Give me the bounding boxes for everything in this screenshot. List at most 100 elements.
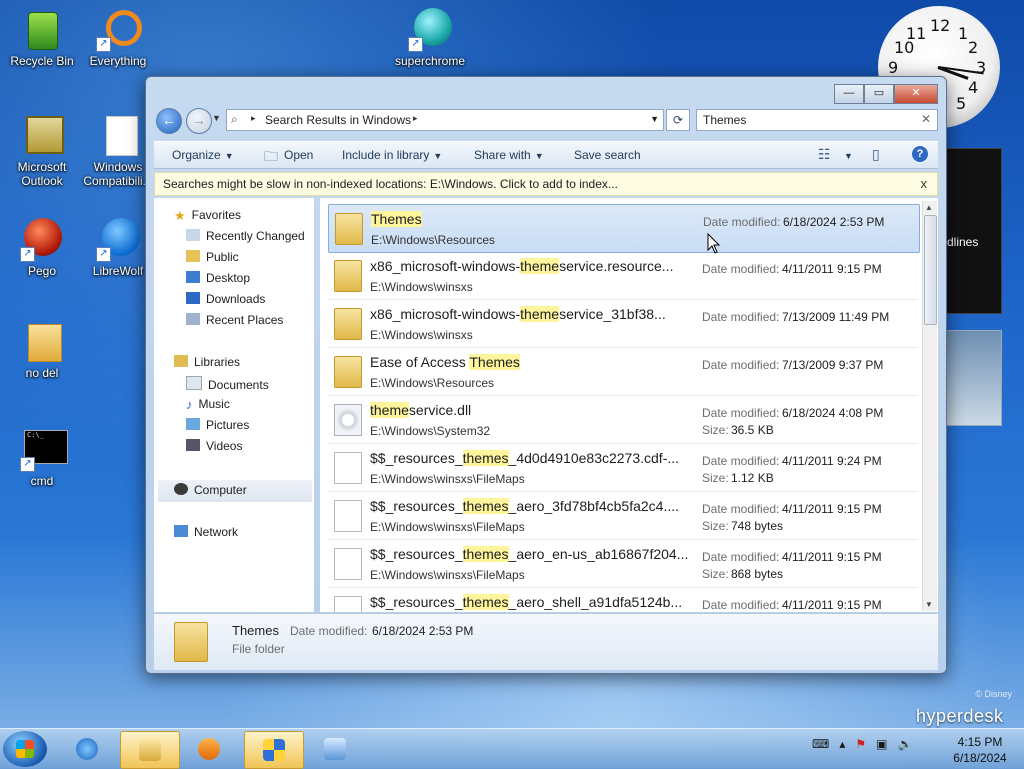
feed-gadget[interactable]: dlines bbox=[944, 148, 1002, 314]
date-label: Date modified: bbox=[702, 598, 780, 612]
list-item[interactable]: themeservice.dll E:\Windows\System32 Dat… bbox=[328, 396, 918, 444]
action-center-icon[interactable]: ⚑ bbox=[855, 737, 866, 751]
help-button[interactable]: ? bbox=[912, 146, 928, 162]
clock-number: 1 bbox=[958, 24, 969, 43]
item-name: $$_resources_themes_4d0d4910e83c2273.cdf… bbox=[370, 450, 679, 466]
computer-icon bbox=[174, 483, 188, 495]
slideshow-gadget[interactable] bbox=[944, 330, 1002, 426]
index-warning-text[interactable]: Searches might be slow in non-indexed lo… bbox=[163, 177, 618, 191]
index-warning-bar[interactable]: Searches might be slow in non-indexed lo… bbox=[154, 172, 938, 196]
desktop-icon-superchrome[interactable]: ↗ superchrome bbox=[388, 8, 472, 68]
nav-label: Pictures bbox=[206, 418, 250, 432]
scrollbar-thumb[interactable] bbox=[924, 215, 937, 325]
nav-documents[interactable]: Documents bbox=[186, 376, 269, 392]
clock[interactable]: 4:15 PM 6/18/2024 bbox=[944, 734, 1016, 766]
folder-icon bbox=[334, 356, 362, 388]
view-options-icon[interactable]: ☷ bbox=[818, 146, 831, 163]
desktop-icon-pego[interactable]: ↗ Pego bbox=[0, 218, 84, 278]
nav-computer[interactable]: Computer bbox=[174, 483, 247, 497]
results-scrollbar[interactable]: ▲ ▼ bbox=[922, 201, 937, 611]
keyboard-icon[interactable]: ⌨ bbox=[812, 737, 829, 751]
nav-recently-changed[interactable]: Recently Changed bbox=[186, 229, 305, 243]
clear-search-button[interactable]: ✕ bbox=[921, 112, 931, 126]
desktop-icon-cmd[interactable]: C:\_ ↗ cmd bbox=[0, 428, 84, 488]
nav-desktop[interactable]: Desktop bbox=[186, 271, 250, 285]
nav-libraries[interactable]: Libraries bbox=[174, 355, 240, 369]
arrow-right-icon: → bbox=[192, 112, 206, 128]
taskbar-control-panel[interactable] bbox=[306, 731, 364, 767]
nav-pictures[interactable]: Pictures bbox=[186, 418, 249, 432]
scroll-up-icon[interactable]: ▲ bbox=[925, 203, 933, 212]
name-text: $$_resources_ bbox=[370, 450, 463, 466]
list-item[interactable]: x86_microsoft-windows-themeservice_31bf3… bbox=[328, 300, 918, 348]
nav-downloads[interactable]: Downloads bbox=[186, 292, 265, 306]
search-input[interactable]: Themes ✕ bbox=[696, 109, 938, 131]
size-value: 1.12 KB bbox=[731, 471, 774, 485]
chevron-up-icon[interactable]: ▴ bbox=[839, 737, 845, 751]
nav-favorites[interactable]: ★ Favorites bbox=[174, 208, 241, 223]
back-button[interactable]: ← bbox=[156, 108, 182, 134]
match-highlight: themes bbox=[462, 498, 509, 514]
item-name: $$_resources_themes_aero_en-us_ab16867f2… bbox=[370, 546, 688, 562]
address-bar[interactable]: ⌕ ▸ Search Results in Windows ▸ ▼ bbox=[226, 109, 664, 131]
nav-recent-places[interactable]: Recent Places bbox=[186, 313, 283, 327]
list-item[interactable]: $$_resources_themes_aero_3fd78bf4cb5fa2c… bbox=[328, 492, 918, 540]
desktop-icon-recycle-bin[interactable]: Recycle Bin bbox=[0, 8, 84, 68]
item-name: themeservice.dll bbox=[370, 402, 471, 418]
taskbar-internet-explorer[interactable] bbox=[58, 731, 116, 767]
taskbar-media-player[interactable] bbox=[180, 731, 238, 767]
list-item[interactable]: $$_resources_themes_aero_en-us_ab16867f2… bbox=[328, 540, 918, 588]
details-pane: Themes Date modified: 6/18/2024 2:53 PM … bbox=[154, 613, 938, 670]
maximize-button[interactable]: ▭ bbox=[864, 84, 894, 104]
open-button[interactable]: Open bbox=[284, 148, 313, 162]
desktop-icon-no-del[interactable]: no del bbox=[0, 320, 84, 380]
chevron-down-icon[interactable]: ▼ bbox=[650, 114, 659, 124]
list-item[interactable]: $$_resources_themes_aero_shell_a91dfa512… bbox=[328, 588, 918, 612]
save-search-button[interactable]: Save search bbox=[574, 148, 641, 162]
arrow-left-icon: ← bbox=[162, 112, 176, 128]
nav-network[interactable]: Network bbox=[174, 525, 238, 539]
list-item[interactable]: Themes E:\Windows\Resources Date modifie… bbox=[328, 204, 920, 253]
desktop-icon-everything[interactable]: ↗ Everything bbox=[76, 8, 160, 68]
list-item[interactable]: $$_resources_themes_4d0d4910e83c2273.cdf… bbox=[328, 444, 918, 492]
nav-label: Computer bbox=[194, 483, 247, 497]
size-value: 748 bytes bbox=[731, 519, 784, 533]
nav-label: Network bbox=[194, 525, 239, 539]
size-label: Size: bbox=[702, 471, 729, 485]
dismiss-infobar-button[interactable]: x bbox=[921, 176, 928, 191]
include-in-library-button[interactable]: Include in library ▼ bbox=[342, 148, 442, 162]
volume-muted-icon[interactable]: 🔈 bbox=[897, 737, 912, 751]
start-button[interactable] bbox=[3, 731, 47, 767]
network-icon[interactable]: ▣ bbox=[876, 737, 887, 751]
view-options-dropdown[interactable]: ▼ bbox=[840, 148, 853, 162]
refresh-button[interactable]: ⟳ bbox=[666, 109, 690, 131]
nav-label: Documents bbox=[208, 378, 269, 392]
minimize-button[interactable]: — bbox=[834, 84, 864, 104]
close-button[interactable]: ✕ bbox=[894, 84, 938, 104]
item-path: E:\Windows\Resources bbox=[370, 376, 495, 390]
taskbar-explorer[interactable] bbox=[120, 731, 180, 769]
desktop-icon-label: Microsoft Outlook bbox=[17, 160, 67, 188]
explorer-window[interactable]: — ▭ ✕ ← → ▼ ⌕ ▸ Search Results in Window… bbox=[145, 76, 947, 674]
desktop-icon-outlook[interactable]: Microsoft Outlook bbox=[0, 114, 84, 188]
name-text: $$_resources_ bbox=[370, 594, 463, 610]
forward-button[interactable]: → bbox=[186, 108, 212, 134]
clock-number: 5 bbox=[956, 94, 967, 113]
breadcrumb-separator-icon[interactable]: ▸ bbox=[413, 113, 418, 124]
match-highlight: themes bbox=[462, 594, 509, 610]
nav-public[interactable]: Public bbox=[186, 250, 239, 264]
scroll-down-icon[interactable]: ▼ bbox=[925, 600, 933, 609]
nav-music[interactable]: ♪ Music bbox=[186, 397, 230, 412]
breadcrumb-search-results[interactable]: Search Results in Windows bbox=[265, 113, 411, 127]
preview-pane-icon[interactable]: ▯ bbox=[872, 146, 880, 163]
nav-videos[interactable]: Videos bbox=[186, 439, 242, 453]
share-with-button[interactable]: Share with ▼ bbox=[474, 148, 544, 162]
name-text: _aero_3fd78bf4cb5fa2c4.... bbox=[508, 498, 680, 514]
recent-pages-dropdown[interactable]: ▼ bbox=[212, 113, 221, 123]
details-type: File folder bbox=[232, 642, 285, 656]
list-item[interactable]: Ease of Access Themes E:\Windows\Resourc… bbox=[328, 348, 918, 396]
taskbar-security[interactable] bbox=[244, 731, 304, 769]
list-item[interactable]: x86_microsoft-windows-themeservice.resou… bbox=[328, 252, 918, 300]
breadcrumb-separator-icon[interactable]: ▸ bbox=[251, 113, 256, 124]
organize-button[interactable]: Organize ▼ bbox=[172, 148, 234, 162]
